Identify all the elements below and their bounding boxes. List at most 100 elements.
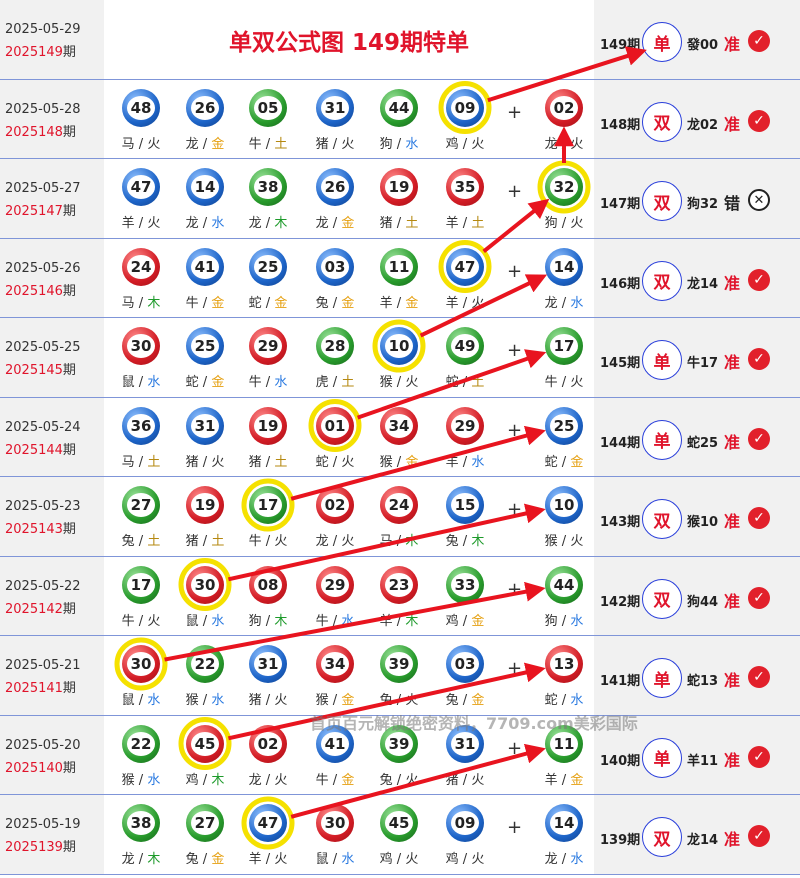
number-ball: 45 鸡 / 木 [185,724,225,795]
draw-date: 2025-05-19 [5,817,81,832]
issue-number: 2025145期 [5,359,76,378]
zodiac: 虎 [315,375,329,390]
ball-blue: 25 [186,327,224,365]
ball-label: 龙 / 金 [315,216,355,231]
zodiac: 猪 [248,454,262,470]
ball-blue: 09 [446,804,484,842]
ball-label: 马 / 火 [121,136,161,152]
prediction-issue: 148期 [600,117,641,133]
element: 水 [341,613,355,629]
issue-code: 2025143 [5,522,63,537]
ball-label: 兔 / 金 [185,852,225,867]
prediction-value: 龙02 [687,117,719,133]
element: 金 [211,136,225,152]
zodiac: 鸡 [445,136,459,152]
draw-row: 2025-05-26 2025146期 146期 双 龙14 准 ✓ + 24 … [0,238,800,318]
issue-code: 2025148 [5,124,63,140]
number-ball: 31 猪 / 火 [445,724,485,795]
element: 火 [471,772,485,788]
element: 火 [341,136,355,152]
zodiac: 猴 [379,375,393,390]
ball-blue: 31 [186,406,224,445]
page-title: 单双公式图 149期特单 [228,30,470,56]
prediction-result: 准 [724,671,741,690]
ball-label: 牛 / 金 [315,772,355,788]
element: 水 [570,613,584,629]
ball-number: 25 [550,413,578,438]
element: 水 [211,693,225,708]
ball-number: 30 [127,652,155,676]
ball-red: 29 [316,565,354,604]
ball-blue: 26 [186,88,224,127]
prediction-issue: 139期 [600,833,641,848]
element: 土 [274,454,288,470]
issue-number: 2025142期 [5,598,76,617]
ball-label: 鸡 / 金 [445,613,485,629]
element: 火 [147,216,161,231]
ball-label: 猴 / 火 [544,534,584,549]
ball-number: 38 [254,175,282,199]
ball-number: 26 [321,175,349,199]
issue-number: 2025141期 [5,677,76,696]
element: 火 [274,852,288,867]
zodiac: 蛇 [315,454,329,470]
element: 木 [147,852,161,867]
zodiac: 猴 [121,772,135,788]
ball-number: 24 [127,254,155,279]
element: 水 [274,375,288,390]
ball-number: 34 [385,413,413,438]
ball-blue: 47 [249,804,287,842]
ball-red: 30 [186,565,224,604]
element: 火 [147,613,161,629]
ball-number: 48 [127,95,155,120]
number-ball: 22 猴 / 水 [185,645,225,715]
element: 金 [341,216,355,231]
issue-code: 2025142 [5,601,63,617]
element: 火 [570,375,584,390]
ball-number: 34 [321,652,349,676]
ball-number: 47 [254,811,282,835]
ball-number: 14 [191,175,219,199]
zodiac: 鼠 [121,693,135,708]
ball-red: 19 [186,486,224,524]
zodiac: 蛇 [185,375,199,390]
ball-red: 08 [249,565,287,604]
ball-label: 蛇 / 金 [248,295,288,311]
zodiac: 龙 [315,534,329,549]
zodiac: 猪 [185,534,199,549]
ball-label: 羊 / 土 [445,216,485,231]
issue-code: 2025149 [5,45,63,60]
element: 金 [570,772,584,788]
prediction-cell: 143期 双 猴10 准 ✓ [594,477,800,556]
ball-number: 36 [127,413,155,438]
ball-red: 29 [249,327,287,365]
number-ball: 22 猴 / 水 [121,724,161,795]
prediction-issue: 143期 [600,515,641,530]
prediction-cell: 146期 双 龙14 准 ✓ [594,238,800,317]
ball-number: 10 [550,493,578,517]
ball-label: 马 / 木 [121,295,161,311]
issue-number: 2025139期 [5,836,76,855]
element: 土 [471,216,485,231]
zodiac: 蛇 [445,375,459,390]
draw-row: 2025-05-28 2025148期 148期 双 龙02 准 ✓ + 48 … [0,79,800,159]
number-ball: 27 兔 / 土 [121,486,161,556]
plus-sign: + [507,419,523,441]
element: 土 [341,375,355,390]
ball-number: 01 [321,413,349,438]
issue-suffix: 期 [62,442,76,458]
draw-date: 2025-05-24 [5,419,81,435]
ball-number: 17 [127,572,155,597]
number-ball: 24 马 / 木 [121,247,161,318]
issue-number: 2025147期 [5,200,76,219]
ball-label: 龙 / 水 [544,852,584,867]
ball-number: 30 [191,572,219,597]
element: 金 [341,772,355,788]
number-ball: 41 牛 / 金 [315,724,355,795]
ball-label: 猴 / 金 [315,693,355,708]
ball-blue: 10 [545,486,583,524]
zodiac: 狗 [544,613,558,629]
ball-green: 17 [249,486,287,524]
number-ball: 11 羊 / 金 [544,724,584,795]
plus-sign: + [507,817,523,838]
